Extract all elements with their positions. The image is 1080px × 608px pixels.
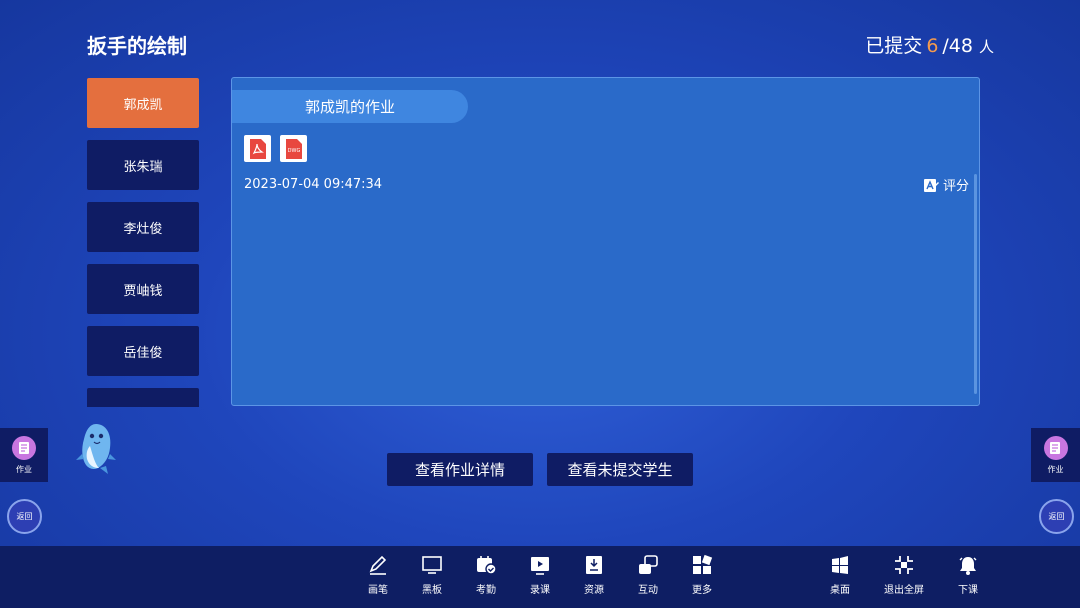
student-item[interactable]: 岳佳俊: [87, 326, 199, 376]
student-name: 李灶俊: [123, 221, 163, 237]
back-button-left[interactable]: 返回: [7, 499, 42, 534]
homework-label: 作业: [16, 464, 32, 474]
blackboard-tool-button[interactable]: 黑板: [407, 554, 457, 596]
more-label: 更多: [692, 585, 712, 596]
record-tool-button[interactable]: 录课: [515, 554, 565, 596]
blackboard-icon: [422, 556, 442, 574]
desktop-label: 桌面: [830, 585, 850, 596]
back-label: 返回: [1048, 512, 1065, 521]
attendance-label: 考勤: [476, 585, 496, 596]
blackboard-label: 黑板: [422, 585, 442, 596]
bottom-toolbar: 画笔 黑板 考勤 录课 资源 互动 更多 桌面 退出全屏 下课: [0, 546, 1080, 608]
exit-fullscreen-tool-button[interactable]: 退出全屏: [879, 554, 929, 596]
student-item[interactable]: 贾岫钱: [87, 264, 199, 314]
bell-icon: [959, 557, 977, 575]
view-homework-details-button[interactable]: 查看作业详情: [387, 453, 533, 486]
pdf-file-icon[interactable]: [244, 135, 271, 162]
homework-icon: [12, 435, 36, 460]
submission-counter: 已提交 6/48 人: [865, 31, 994, 58]
record-label: 录课: [530, 585, 550, 596]
student-item[interactable]: [87, 388, 199, 407]
end-class-label: 下课: [958, 585, 978, 596]
resources-tool-button[interactable]: 资源: [569, 554, 619, 596]
more-tool-button[interactable]: 更多: [677, 554, 727, 596]
pen-tool-button[interactable]: 画笔: [353, 554, 403, 596]
exit-fullscreen-icon: [895, 556, 913, 574]
desktop-tool-button[interactable]: 桌面: [815, 554, 865, 596]
homework-label: 作业: [1047, 464, 1064, 474]
attendance-tool-button[interactable]: 考勤: [461, 554, 511, 596]
interact-icon: [639, 555, 658, 574]
grade-button[interactable]: 评分: [923, 175, 969, 194]
panel-scrollbar[interactable]: [974, 174, 977, 394]
exit-fullscreen-label: 退出全屏: [884, 585, 924, 596]
submitted-count: 6: [926, 35, 939, 57]
homework-owner-tab: 郭成凯的作业: [232, 90, 468, 123]
homework-panel: 郭成凯的作业 DWG 2023-07-04 09:47:34 评分: [231, 77, 980, 406]
student-item[interactable]: 张朱瑞: [87, 140, 199, 190]
pen-label: 画笔: [368, 585, 388, 596]
interact-label: 互动: [638, 585, 658, 596]
attachment-list: DWG: [244, 135, 307, 162]
student-name: 岳佳俊: [123, 345, 163, 361]
back-label: 返回: [16, 512, 33, 521]
grade-label: 评分: [942, 179, 969, 194]
page-title: 扳手的绘制: [87, 34, 187, 58]
homework-side-button-left[interactable]: 作业: [0, 428, 48, 482]
download-doc-icon: [586, 556, 602, 574]
count-unit: 人: [978, 38, 994, 56]
play-screen-icon: [531, 557, 549, 575]
view-unsubmitted-students-button[interactable]: 查看未提交学生: [547, 453, 693, 486]
total-count: /48: [942, 35, 973, 57]
back-button-right[interactable]: 返回: [1039, 499, 1074, 534]
pen-icon: [369, 555, 387, 575]
grid-icon: [693, 554, 713, 574]
dolphin-mascot-icon: [76, 424, 116, 474]
end-class-tool-button[interactable]: 下课: [943, 554, 993, 596]
dwg-file-label: DWG: [287, 148, 300, 154]
windows-icon: [832, 556, 848, 574]
student-list: 郭成凯 张朱瑞 李灶俊 贾岫钱 岳佳俊: [87, 78, 199, 407]
student-item[interactable]: 郭成凯: [87, 78, 199, 128]
submission-time: 2023-07-04 09:47:34: [244, 177, 383, 192]
student-name: 贾岫钱: [123, 283, 163, 299]
student-name: 郭成凯: [123, 97, 163, 113]
submitted-label: 已提交: [865, 35, 923, 57]
calendar-check-icon: [477, 556, 497, 575]
homework-icon: [1043, 435, 1068, 460]
resources-label: 资源: [584, 585, 604, 596]
homework-side-button-right[interactable]: 作业: [1031, 428, 1080, 482]
student-item[interactable]: 李灶俊: [87, 202, 199, 252]
student-name: 张朱瑞: [123, 159, 163, 175]
dwg-file-icon[interactable]: DWG: [280, 135, 307, 162]
grade-icon: [923, 178, 939, 192]
interact-tool-button[interactable]: 互动: [623, 554, 673, 596]
